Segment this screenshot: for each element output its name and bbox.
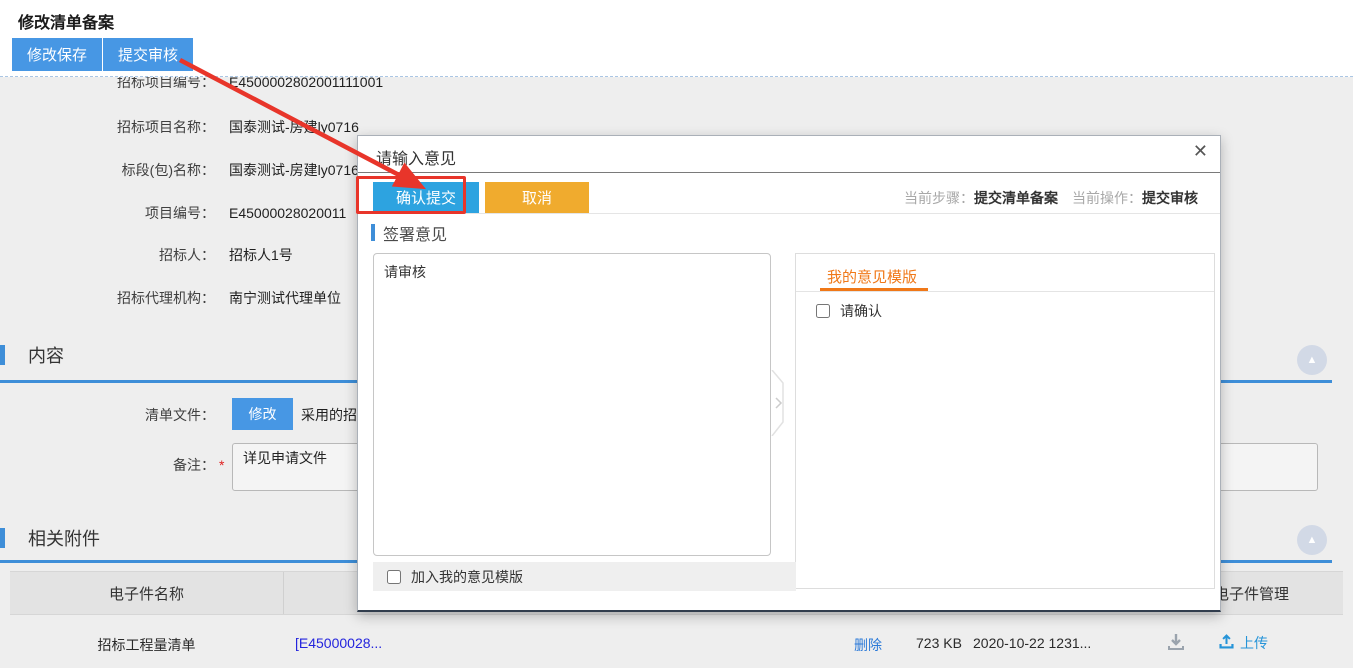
current-step-value: 提交清单备案 xyxy=(974,190,1058,206)
field-value: 南宁测试代理单位 xyxy=(229,288,341,308)
field-value: 国泰测试-房建ly0716 xyxy=(229,160,359,180)
form-row-agency: 招标代理机构： 南宁测试代理单位 xyxy=(0,288,341,308)
save-button[interactable]: 修改保存 xyxy=(12,38,102,71)
dialog-title: 请输入意见 xyxy=(376,145,456,169)
chevron-up-icon: ▲ xyxy=(1307,534,1318,546)
field-value: 招标人1号 xyxy=(229,245,293,265)
form-row-tenderer: 招标人： 招标人1号 xyxy=(0,245,293,265)
field-label: 招标项目名称： xyxy=(0,117,215,137)
delete-link[interactable]: 删除 xyxy=(854,635,882,655)
field-label: 标段(包)名称： xyxy=(0,160,215,180)
top-toolbar: 修改保存 提交审核 xyxy=(12,38,193,71)
sign-opinion-title: 签署意见 xyxy=(383,221,447,245)
current-op-label: 当前操作： xyxy=(1072,190,1142,206)
field-label: 招标人： xyxy=(0,245,215,265)
upload-icon xyxy=(1218,633,1235,653)
form-row-tender-project-name: 招标项目名称： 国泰测试-房建ly0716 xyxy=(0,117,359,137)
file-size: 723 KB xyxy=(916,635,962,651)
upload-button[interactable]: 上传 xyxy=(1218,633,1268,653)
close-icon[interactable]: ✕ xyxy=(1193,141,1208,162)
page: 修改清单备案 修改保存 提交审核 招标项目编号： E45000028020011… xyxy=(0,0,1353,668)
field-value: 国泰测试-房建ly0716 xyxy=(229,117,359,137)
content-section-title: 内容 xyxy=(28,342,64,368)
dialog-title-divider xyxy=(358,172,1220,173)
attachment-file-link[interactable]: [E45000028... xyxy=(295,635,382,651)
collapse-content-button[interactable]: ▲ xyxy=(1297,345,1327,375)
form-row-tender-project-no: 招标项目编号： E4500002802001111001 xyxy=(0,77,383,92)
template-item-checkbox[interactable] xyxy=(816,304,830,318)
upload-label: 上传 xyxy=(1240,633,1268,653)
confirm-submit-button[interactable]: 确认提交 xyxy=(373,182,479,213)
download-icon[interactable] xyxy=(1166,632,1186,657)
template-item-label: 请确认 xyxy=(840,301,882,321)
tab-my-templates[interactable]: 我的意见模版 xyxy=(827,266,917,287)
field-value: E4500002802001111001 xyxy=(229,77,383,92)
section-bar xyxy=(0,345,5,365)
form-row-list-file: 清单文件： xyxy=(0,405,215,425)
tab-divider xyxy=(796,291,1214,292)
opinion-dialog: 请输入意见 ✕ 确认提交 取消 当前步骤：提交清单备案当前操作：提交审核 签署意… xyxy=(357,135,1221,612)
form-row-project-no: 项目编号： E45000028020011 xyxy=(0,203,346,223)
column-divider xyxy=(283,572,284,614)
add-template-row: 加入我的意见模版 xyxy=(373,562,796,591)
form-row-section-name: 标段(包)名称： 国泰测试-房建ly0716 xyxy=(0,160,359,180)
column-header-file-name: 电子件名称 xyxy=(10,572,283,614)
template-item: 请确认 xyxy=(816,301,882,321)
opinion-textarea[interactable]: 请审核 xyxy=(373,253,771,556)
page-title: 修改清单备案 xyxy=(18,9,114,33)
section-bar xyxy=(0,528,5,548)
panel-collapse-handle[interactable] xyxy=(771,370,791,441)
section-bar xyxy=(371,224,375,241)
form-row-note: 备注： xyxy=(0,455,215,475)
step-info: 当前步骤：提交清单备案当前操作：提交审核 xyxy=(904,188,1198,208)
dialog-toolbar-divider xyxy=(358,213,1220,214)
submit-review-button[interactable]: 提交审核 xyxy=(103,38,193,71)
add-template-checkbox[interactable] xyxy=(387,570,401,584)
add-template-label: 加入我的意见模版 xyxy=(411,567,523,587)
required-asterisk: * xyxy=(219,457,224,473)
collapse-attachments-button[interactable]: ▲ xyxy=(1297,525,1327,555)
modify-file-button[interactable]: 修改 xyxy=(232,398,293,430)
field-label: 招标代理机构： xyxy=(0,288,215,308)
opinion-template-panel: 我的意见模版 请确认 xyxy=(795,253,1215,589)
attachment-name: 招标工程量清单 xyxy=(10,635,283,655)
chevron-up-icon: ▲ xyxy=(1307,354,1318,366)
cancel-button[interactable]: 取消 xyxy=(485,182,589,213)
field-label: 招标项目编号： xyxy=(0,77,215,92)
field-label: 备注： xyxy=(0,455,215,475)
file-date: 2020-10-22 1231... xyxy=(973,635,1091,651)
field-value: E45000028020011 xyxy=(229,203,346,223)
attachments-section-title: 相关附件 xyxy=(28,525,100,551)
field-label: 项目编号： xyxy=(0,203,215,223)
current-op-value: 提交审核 xyxy=(1142,190,1198,206)
field-label: 清单文件： xyxy=(0,405,215,425)
current-step-label: 当前步骤： xyxy=(904,190,974,206)
tab-active-underline xyxy=(820,288,928,291)
